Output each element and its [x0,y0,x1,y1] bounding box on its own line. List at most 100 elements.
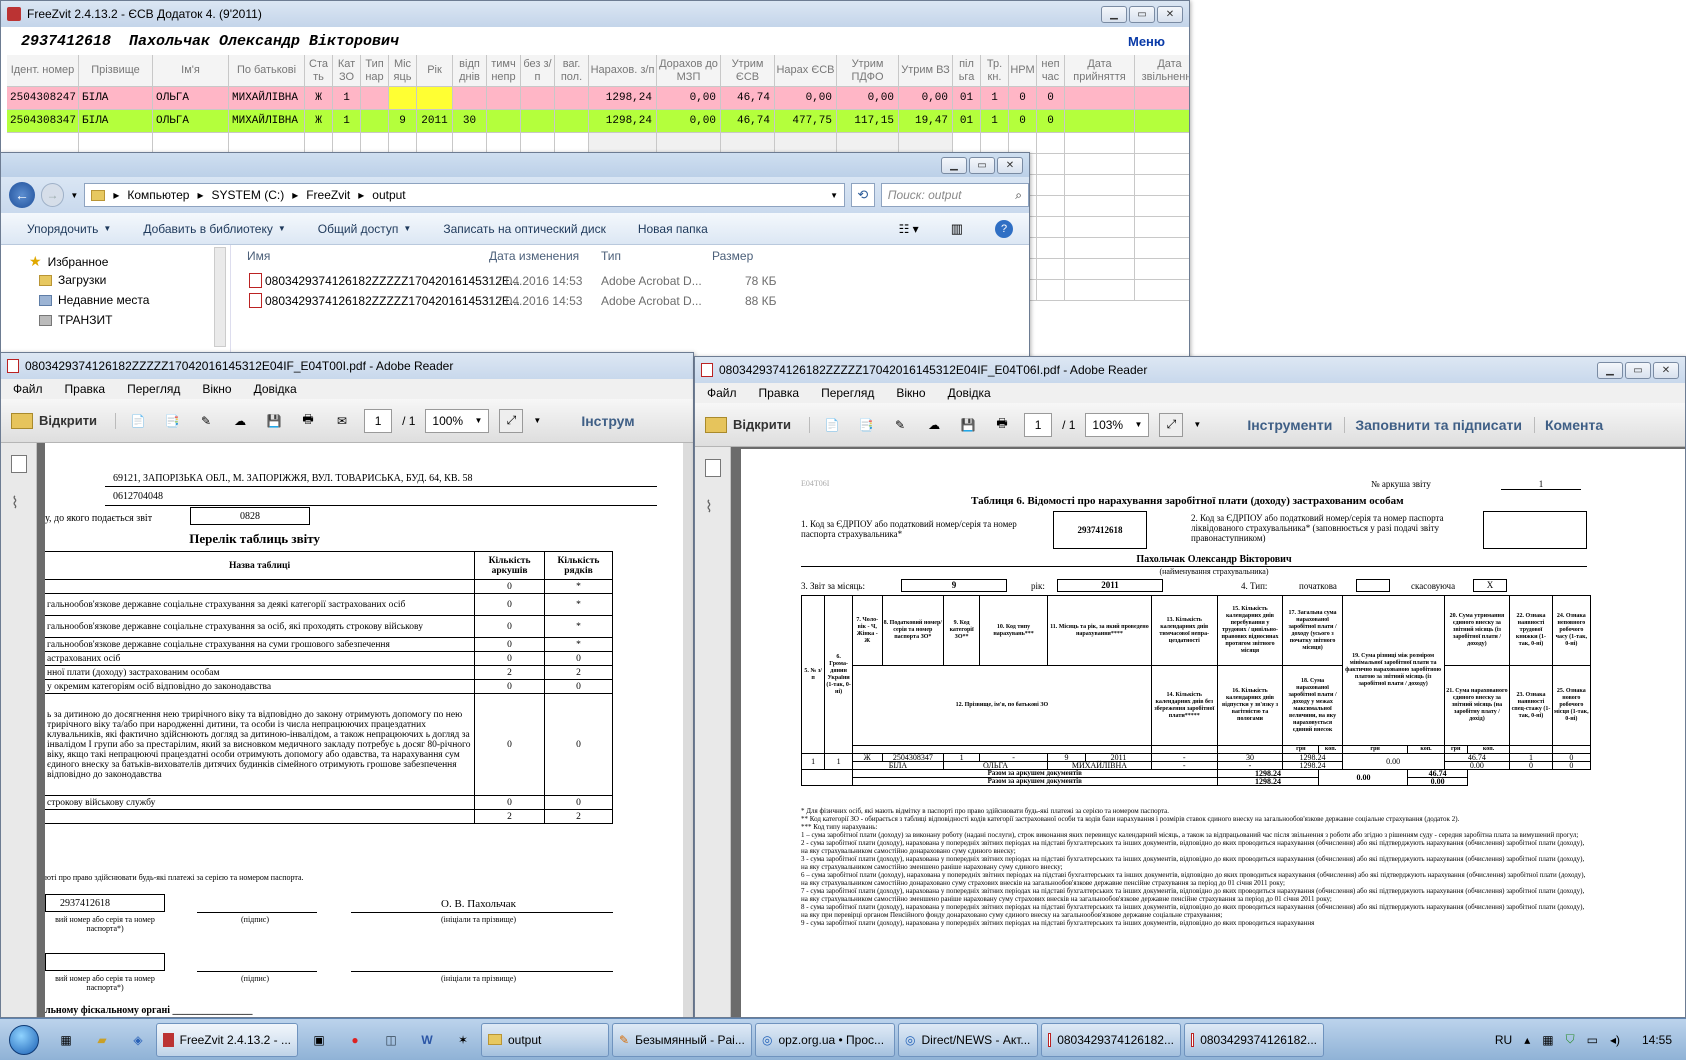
grid-cell[interactable] [721,133,775,154]
task-freezvit[interactable]: FreeZvit 2.4.13.2 - ... [156,1022,298,1057]
grid-cell[interactable]: МИХАЙЛІВНА [229,110,305,133]
grid-cell[interactable] [417,133,453,154]
minimize-button[interactable]: ▁ [1101,5,1127,23]
grid-cell[interactable]: 117,15 [837,110,899,133]
grid-cell[interactable] [1065,259,1135,280]
grid-cell[interactable] [1037,133,1065,154]
maximize-button[interactable]: ▭ [1129,5,1155,23]
grid-cell[interactable] [1065,217,1135,238]
tray-show-icon[interactable]: ▴ [1524,1033,1530,1047]
employee-row[interactable]: x [7,133,1189,154]
grid-cell[interactable] [305,133,333,154]
grid-cell[interactable]: 0,00 [899,87,953,110]
open-button[interactable]: Відкрити [11,412,117,429]
grid-cell[interactable] [333,133,361,154]
email-icon[interactable]: ✉ [330,409,354,433]
pages-panel-icon[interactable] [705,459,721,477]
grid-cell[interactable] [453,87,487,110]
grid-header-cell[interactable]: Тр. кн. [981,55,1009,87]
grid-cell[interactable]: Ж [305,110,333,133]
grid-cell[interactable]: 30 [453,110,487,133]
reader1-scrollbar[interactable] [683,443,693,1017]
grid-cell[interactable] [1037,217,1065,238]
grid-cell[interactable] [389,133,417,154]
save-icon[interactable]: 💾 [262,409,286,433]
grid-header-cell[interactable]: Кат ЗО [333,55,361,87]
grid-cell[interactable] [981,133,1009,154]
grid-cell[interactable]: 2011 [417,110,453,133]
back-button[interactable]: ← [9,182,35,208]
grid-cell[interactable] [521,110,555,133]
col-date[interactable]: Дата изменения [489,249,579,263]
reader2-titlebar[interactable]: 0803429374126182ZZZZZ17042016145312E04IF… [695,357,1685,383]
grid-cell[interactable] [1065,280,1135,301]
view-options-icon[interactable]: ☷ ▾ [899,222,919,236]
grid-cell[interactable]: 0 [1009,110,1037,133]
quicklaunch-app-icon[interactable]: ◈ [120,1023,156,1057]
grid-cell[interactable]: 0 [1037,110,1065,133]
grid-header-cell[interactable]: ваг. пол. [555,55,589,87]
grid-header-cell[interactable]: тимч непр [487,55,521,87]
grid-cell[interactable]: 0 [1009,87,1037,110]
col-name[interactable]: Имя [247,249,270,263]
file-row[interactable]: 0803429374126182ZZZZZ17042016145312E... … [233,291,1029,311]
task-reader-2[interactable]: 0803429374126182... [1184,1022,1324,1057]
attachments-icon[interactable]: ⌇ [705,497,713,517]
history-dropdown-icon[interactable]: ▼ [70,191,78,200]
grid-cell[interactable] [1135,175,1189,196]
grid-cell[interactable] [79,133,153,154]
refresh-button[interactable]: ⟲ [851,183,875,207]
forward-button[interactable]: → [40,183,65,207]
grid-cell[interactable]: 477,75 [775,110,837,133]
freezvit-titlebar[interactable]: FreeZvit 2.4.13.2 - ЄСВ Додаток 4. (9'20… [1,1,1189,27]
grid-cell[interactable] [1037,259,1065,280]
menu-edit[interactable]: Правка [65,382,106,396]
grid-cell[interactable] [361,87,389,110]
grid-cell[interactable]: 46,74 [721,110,775,133]
grid-header-cell[interactable]: пiл ьга [953,55,981,87]
grid-cell[interactable] [1135,280,1189,301]
export-pdf-icon[interactable]: 📑 [854,413,878,437]
quicklaunch-desktop-icon[interactable]: ▦ [48,1023,84,1057]
maximize-button[interactable]: ▭ [969,156,995,174]
breadcrumb-output[interactable]: output [372,188,405,202]
burn-button[interactable]: Записать на оптический диск [443,222,606,236]
grid-cell[interactable] [555,87,589,110]
grid-cell[interactable] [521,87,555,110]
grid-cell[interactable] [361,110,389,133]
grid-cell[interactable] [1037,238,1065,259]
grid-cell[interactable] [1065,154,1135,175]
preview-pane-icon[interactable]: ▥ [951,221,963,237]
grid-header-cell[interactable]: без з/п [521,55,555,87]
menu-view[interactable]: Перегляд [127,382,180,396]
grid-cell[interactable]: 9 [389,110,417,133]
grid-header-cell[interactable]: Тип нар [361,55,389,87]
grid-cell[interactable] [589,133,657,154]
file-row[interactable]: 0803429374126182ZZZZZ17042016145312E... … [233,271,1029,291]
grid-cell[interactable]: 2504308247 [7,87,79,110]
task-reader-1[interactable]: 0803429374126182... [1041,1022,1181,1057]
employee-row[interactable]: 2504308347 БІЛА ОЛЬГА МИХАЙЛІВНА Ж 1 9 2011 30 12… [7,110,1189,133]
pages-panel-icon[interactable] [11,455,27,473]
grid-header-cell[interactable]: Ста ть [305,55,333,87]
grid-header-cell[interactable]: Утрим ПДФО [837,55,899,87]
grid-header-cell[interactable]: Нарах ЄСВ [775,55,837,87]
create-pdf-icon[interactable]: 📄 [820,413,844,437]
export-pdf-icon[interactable]: 📑 [160,409,184,433]
grid-cell[interactable] [1065,87,1135,110]
nav-recent[interactable]: Недавние места [39,293,149,307]
grid-cell[interactable] [521,133,555,154]
menu-window[interactable]: Вікно [202,382,231,396]
address-bar[interactable]: ▸ Компьютер ▸ SYSTEM (C:) ▸ FreeZvit ▸ o… [84,183,846,207]
tools-pane-button[interactable]: Інструм [581,413,634,429]
grid-cell[interactable] [229,133,305,154]
address-dropdown-icon[interactable]: ▼ [830,191,838,200]
grid-cell[interactable]: 0,00 [837,87,899,110]
grid-header-cell[interactable]: Утрим ЄСВ [721,55,775,87]
page-number-input[interactable]: 1 [364,408,393,433]
grid-cell[interactable] [1135,196,1189,217]
breadcrumb-drive[interactable]: SYSTEM (C:) [212,188,285,202]
grid-header-cell[interactable]: Дата звільнення [1135,55,1189,87]
grid-header-cell[interactable]: відп днів [453,55,487,87]
fit-page-icon[interactable]: ⤢ [1159,412,1184,437]
